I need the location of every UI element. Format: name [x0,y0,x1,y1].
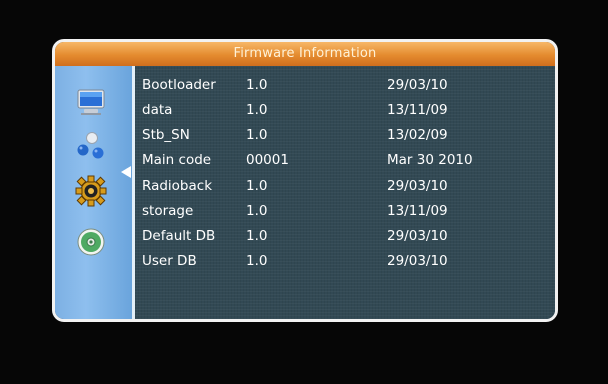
row-name: Bootloader [142,77,216,93]
table-row: storage 1.0 13/11/09 [135,199,555,223]
row-name: Default DB [142,228,216,244]
settings-gear-icon[interactable] [75,175,107,207]
row-version: 1.0 [246,178,268,194]
table-row: data 1.0 13/11/09 [135,98,555,122]
row-name: storage [142,203,194,219]
row-date: 29/03/10 [387,253,448,269]
row-version: 1.0 [246,127,268,143]
row-date: 29/03/10 [387,228,448,244]
row-name: Stb_SN [142,127,190,143]
row-date: 13/11/09 [387,203,448,219]
tv-screen: Firmware Information Bootloader 1.0 29/0… [0,0,608,384]
disc-icon[interactable] [75,226,107,258]
table-row: Main code 00001 Mar 30 2010 [135,148,555,172]
selection-pointer-icon [121,166,131,178]
window-title: Firmware Information [55,42,555,66]
row-version: 1.0 [246,77,268,93]
row-version: 1.0 [246,228,268,244]
monitor-icon[interactable] [75,86,107,118]
row-date: 29/03/10 [387,178,448,194]
table-row: Default DB 1.0 29/03/10 [135,224,555,248]
row-version: 1.0 [246,253,268,269]
row-date: 29/03/10 [387,77,448,93]
row-name: Radioback [142,178,213,194]
table-row: Bootloader 1.0 29/03/10 [135,73,555,97]
balls-icon[interactable] [75,130,107,162]
menu-sidebar [55,66,135,319]
firmware-table: Bootloader 1.0 29/03/10 data 1.0 13/11/0… [135,66,555,319]
table-row: Stb_SN 1.0 13/02/09 [135,123,555,147]
row-name: Main code [142,152,212,168]
row-name: User DB [142,253,197,269]
row-version: 00001 [246,152,289,168]
table-row: Radioback 1.0 29/03/10 [135,174,555,198]
row-date: Mar 30 2010 [387,152,473,168]
row-date: 13/11/09 [387,102,448,118]
firmware-info-window: Firmware Information Bootloader 1.0 29/0… [52,39,558,322]
table-row: User DB 1.0 29/03/10 [135,249,555,273]
row-date: 13/02/09 [387,127,448,143]
row-version: 1.0 [246,102,268,118]
row-version: 1.0 [246,203,268,219]
row-name: data [142,102,173,118]
